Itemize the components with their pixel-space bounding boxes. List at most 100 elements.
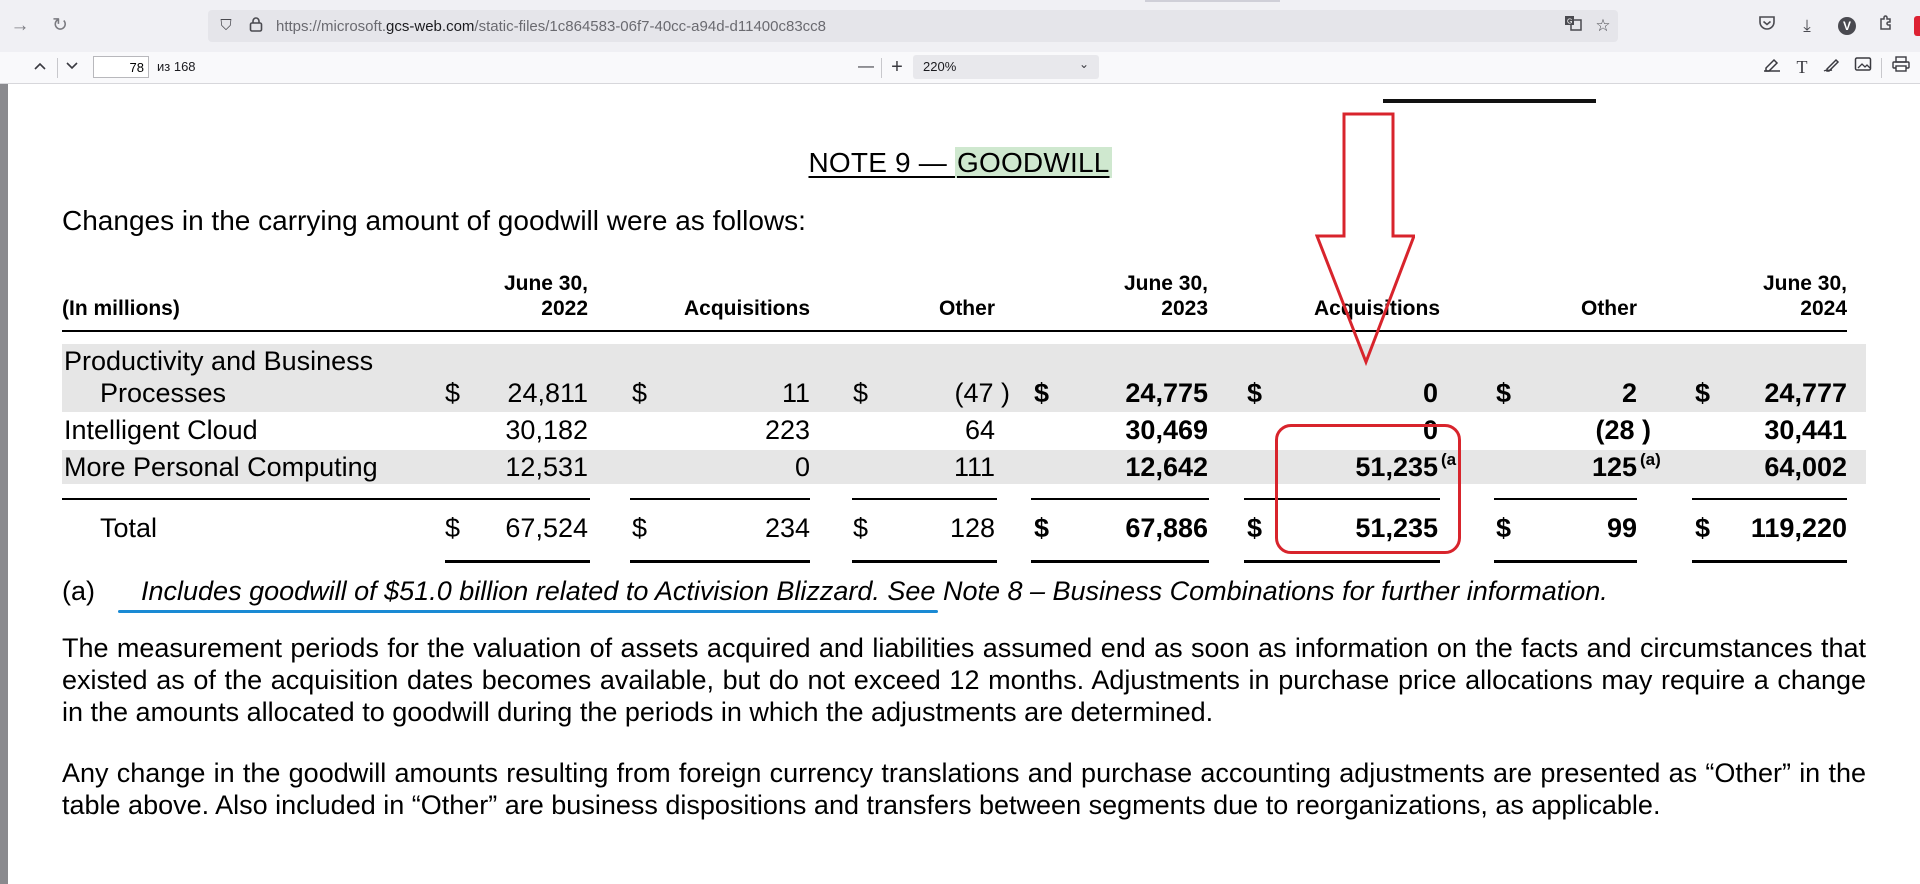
highlight-icon[interactable]	[1760, 56, 1784, 78]
currency-symbol: $	[1496, 513, 1512, 543]
row-label: Intelligent Cloud	[64, 415, 258, 445]
next-page-icon[interactable]	[60, 56, 84, 78]
currency-symbol: $	[445, 513, 461, 543]
extensions-icon[interactable]	[1874, 14, 1898, 38]
table-cell: 30,469	[1125, 415, 1208, 445]
zoom-out-button[interactable]: —	[854, 56, 878, 78]
col-header-other-1: Other	[938, 297, 995, 320]
col-header-acquisitions-1: Acquisitions	[683, 297, 810, 320]
print-icon[interactable]	[1889, 56, 1913, 78]
table-cell: (47 )	[954, 378, 1010, 408]
zoom-select[interactable]: 220% ⌄	[913, 55, 1099, 79]
table-cell: 67,524	[505, 513, 588, 543]
table-cell: 12,531	[505, 452, 588, 482]
row-label: Productivity and Business	[64, 346, 374, 376]
prev-page-icon[interactable]	[28, 56, 52, 78]
currency-symbol: $	[1247, 378, 1263, 408]
total-rule	[1692, 560, 1847, 563]
table-cell: (28 )	[1595, 415, 1651, 445]
translate-icon[interactable]: G	[1561, 14, 1585, 38]
currency-symbol: $	[1247, 513, 1263, 543]
subtotal-rule	[1692, 498, 1847, 500]
lock-icon[interactable]	[246, 16, 266, 36]
table-cell: 125	[1591, 452, 1637, 482]
table-cell: 2	[1621, 378, 1637, 408]
body-paragraph: The measurement periods for the valuatio…	[62, 633, 1866, 727]
row-label: More Personal Computing	[64, 452, 378, 482]
subtotal-rule	[1031, 498, 1209, 500]
toolbar-divider	[57, 58, 58, 78]
currency-symbol: $	[1034, 513, 1050, 543]
url-text[interactable]: https://microsoft.gcs-web.com/static-fil…	[276, 18, 826, 35]
header-rule	[62, 330, 1847, 332]
text-icon[interactable]: T	[1790, 56, 1814, 78]
subtotal-rule	[630, 498, 810, 500]
subtotal-rule	[1494, 498, 1637, 500]
footnote-text: Includes goodwill of $51.0 billion relat…	[141, 576, 1608, 606]
table-cell: 24,775	[1125, 378, 1208, 408]
page-count-label: из 168	[157, 59, 196, 74]
table-cell: 12,642	[1125, 452, 1208, 482]
download-icon[interactable]: ⤓	[1795, 14, 1819, 38]
zoom-in-button[interactable]: +	[885, 56, 909, 78]
table-cell: 111	[953, 452, 995, 482]
pocket-icon[interactable]	[1755, 14, 1779, 38]
footnote-marker: (a)	[62, 576, 95, 606]
table-cell: 223	[764, 415, 810, 445]
profile-icon[interactable]: V	[1838, 17, 1856, 35]
toolbar-divider	[881, 58, 882, 78]
currency-symbol: $	[632, 378, 648, 408]
table-cell: 24,811	[507, 378, 588, 408]
col-header-jun2022: June 30, 2022	[503, 272, 588, 320]
forward-icon[interactable]: →	[8, 14, 32, 38]
currency-symbol: $	[853, 513, 869, 543]
unit-label: (In millions)	[62, 297, 180, 320]
chevron-down-icon: ⌄	[1078, 57, 1089, 71]
image-icon[interactable]	[1851, 56, 1875, 78]
table-cell: 99	[1606, 513, 1637, 543]
toolbar-divider	[1881, 58, 1882, 78]
intro-text: Changes in the carrying amount of goodwi…	[62, 205, 806, 236]
highlighted-term: GOODWILL	[954, 147, 1112, 178]
annotation-box	[1275, 424, 1461, 554]
subtotal-rule	[852, 498, 997, 500]
total-rule	[445, 560, 590, 563]
svg-text:G: G	[1567, 19, 1572, 26]
currency-symbol: $	[445, 378, 461, 408]
body-paragraph: Any change in the goodwill amounts resul…	[62, 758, 1866, 820]
table-cell: 119,220	[1750, 513, 1847, 543]
footnote-marker: (a)	[1640, 450, 1661, 469]
total-rule	[1031, 560, 1209, 563]
table-cell: 0	[1422, 378, 1438, 408]
table-cell: 64	[964, 415, 995, 445]
table-cell: 67,886	[1125, 513, 1208, 543]
annotation-underline	[118, 610, 938, 613]
col-header-jun2023: June 30, 2023	[1123, 272, 1208, 320]
table-cell: 234	[764, 513, 810, 543]
menu-edge-indicator	[1914, 16, 1920, 36]
draw-icon[interactable]	[1820, 56, 1844, 78]
currency-symbol: $	[1496, 378, 1512, 408]
total-rule	[630, 560, 810, 563]
table-cell: 11	[781, 378, 810, 408]
table-cell: 0	[794, 452, 810, 482]
reload-icon[interactable]: ↻	[48, 14, 72, 38]
table-cell: 24,777	[1764, 378, 1847, 408]
page-title: NOTE 9 — GOODWILL	[808, 147, 1112, 178]
shield-icon[interactable]: ⛉	[216, 16, 236, 36]
total-rule	[1494, 560, 1637, 563]
active-tab-indicator	[1145, 0, 1280, 2]
table-cell: 30,182	[505, 415, 588, 445]
row-label-cont: Processes	[100, 378, 227, 408]
pdf-viewport[interactable]: NOTE 9 — GOODWILL Changes in the carryin…	[0, 84, 1920, 884]
bookmark-star-icon[interactable]: ☆	[1591, 14, 1615, 38]
page-number-input[interactable]	[93, 56, 149, 78]
page-edge	[0, 84, 8, 884]
currency-symbol: $	[1034, 378, 1050, 408]
annotation-arrow-icon	[1315, 112, 1415, 367]
col-header-other-2: Other	[1580, 297, 1637, 320]
currency-symbol: $	[853, 378, 869, 408]
total-rule	[852, 560, 997, 563]
footnote: (a) Includes goodwill of $51.0 billion re…	[62, 576, 1608, 607]
table-cell: 30,441	[1764, 415, 1847, 445]
